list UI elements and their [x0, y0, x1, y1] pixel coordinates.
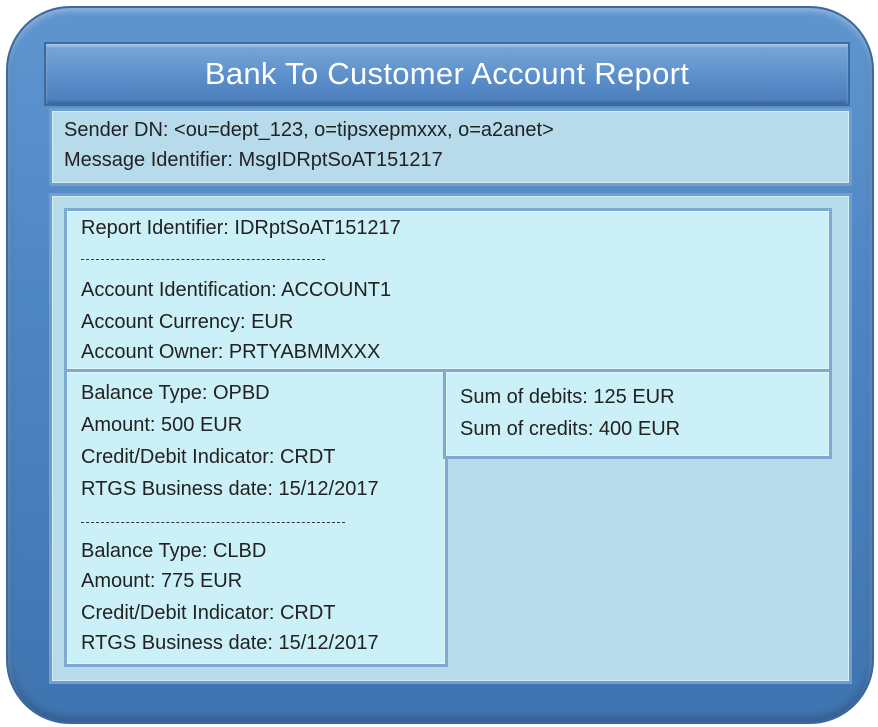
opening-balance-type: Balance Type: OPBD: [81, 382, 270, 404]
opening-amount: Amount: 500 EUR: [81, 414, 243, 436]
account-separator: [81, 259, 325, 260]
report-title: Bank To Customer Account Report: [44, 42, 850, 106]
closing-amount: Amount: 775 EUR: [81, 570, 243, 592]
balances-separator: [81, 522, 345, 523]
report-title-text: Bank To Customer Account Report: [204, 56, 690, 91]
balances-box: Balance Type: OPBD Amount: 500 EUR Credi…: [64, 369, 448, 667]
message-header-box: Sender DN: <ou=dept_123, o=tipsxepmxxx, …: [49, 108, 852, 186]
account-box: Report Identifier: IDRptSoAT151217 Accou…: [64, 208, 832, 372]
sum-of-credits: Sum of credits: 400 EUR: [460, 418, 681, 440]
opening-business-date: RTGS Business date: 15/12/2017: [81, 478, 379, 500]
closing-balance-type: Balance Type: CLBD: [81, 540, 267, 562]
account-owner: Account Owner: PRTYABMMXXX: [81, 341, 381, 363]
closing-indicator: Credit/Debit Indicator: CRDT: [81, 602, 336, 624]
account-identification: Account Identification: ACCOUNT1: [81, 279, 392, 301]
message-identifier: Message Identifier: MsgIDRptSoAT151217: [64, 149, 443, 171]
opening-indicator: Credit/Debit Indicator: CRDT: [81, 446, 336, 468]
closing-business-date: RTGS Business date: 15/12/2017: [81, 632, 379, 654]
sum-of-debits: Sum of debits: 125 EUR: [460, 386, 675, 408]
account-currency: Account Currency: EUR: [81, 311, 294, 333]
report-identifier: Report Identifier: IDRptSoAT151217: [81, 217, 401, 239]
sums-box: Sum of debits: 125 EUR Sum of credits: 4…: [443, 369, 832, 459]
sender-dn: Sender DN: <ou=dept_123, o=tipsxepmxxx, …: [64, 119, 554, 141]
